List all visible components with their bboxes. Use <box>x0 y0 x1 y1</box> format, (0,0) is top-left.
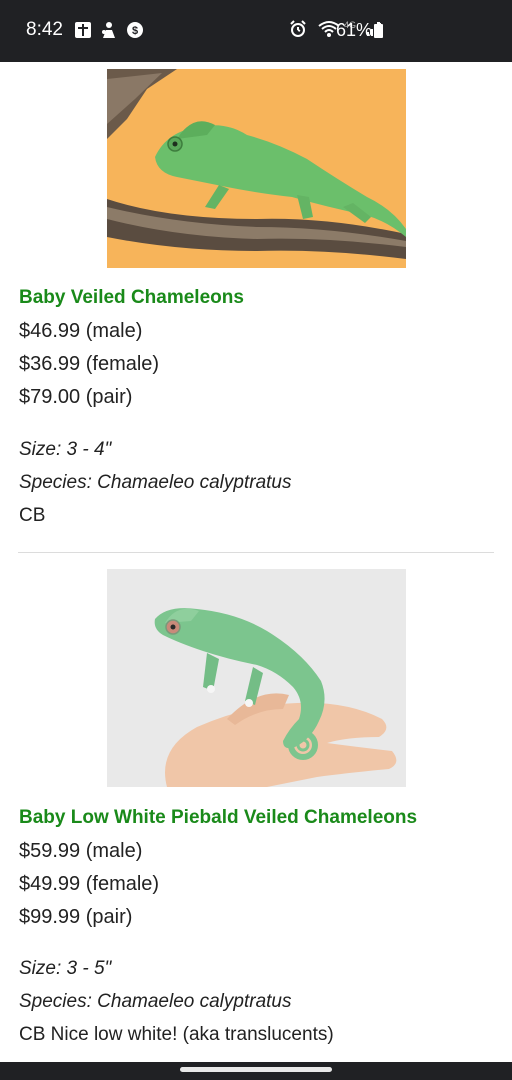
species-info: Species: Chamaeleo calyptratus <box>19 472 292 493</box>
divider <box>18 552 494 553</box>
product-note: CB <box>19 505 46 526</box>
calendar-icon <box>73 20 93 40</box>
clock: 8:42 <box>26 19 63 40</box>
price-male: $46.99 (male) <box>19 320 143 342</box>
chameleon-photo-2 <box>107 569 406 787</box>
price-female: $49.99 (female) <box>19 873 160 895</box>
product-image-veiled-chameleon[interactable] <box>107 69 406 268</box>
alarm-icon <box>288 19 308 39</box>
product-title[interactable]: Baby Veiled Chameleons <box>19 287 244 309</box>
svg-text:$: $ <box>132 25 138 37</box>
battery-icon <box>374 22 383 38</box>
navigation-bar <box>0 1062 512 1080</box>
s-app-icon: $ <box>125 20 145 40</box>
size-info: Size: 3 - 4" <box>19 439 112 460</box>
page-content[interactable]: Baby Veiled Chameleons $46.99 (male) $36… <box>0 62 512 1062</box>
price-male: $59.99 (male) <box>19 840 143 862</box>
product-image-piebald-chameleon[interactable] <box>107 569 406 787</box>
product-note: CB Nice low white! (aka translucents) <box>19 1024 334 1045</box>
product-title[interactable]: Baby Low White Piebald Veiled Chameleons <box>19 807 417 829</box>
chameleon-photo-1 <box>107 69 406 268</box>
status-left: 8:42 $ <box>26 19 145 41</box>
price-pair: $79.00 (pair) <box>19 386 133 408</box>
price-pair: $99.99 (pair) <box>19 906 133 928</box>
home-gesture-handle[interactable] <box>180 1067 332 1072</box>
species-info: Species: Chamaeleo calyptratus <box>19 991 292 1012</box>
battery-percent: 61% <box>336 20 373 40</box>
status-bar: 8:42 $ 4G 61% <box>0 0 512 62</box>
price-female: $36.99 (female) <box>19 353 160 375</box>
notification-icon <box>99 20 119 40</box>
size-info: Size: 3 - 5" <box>19 958 112 979</box>
